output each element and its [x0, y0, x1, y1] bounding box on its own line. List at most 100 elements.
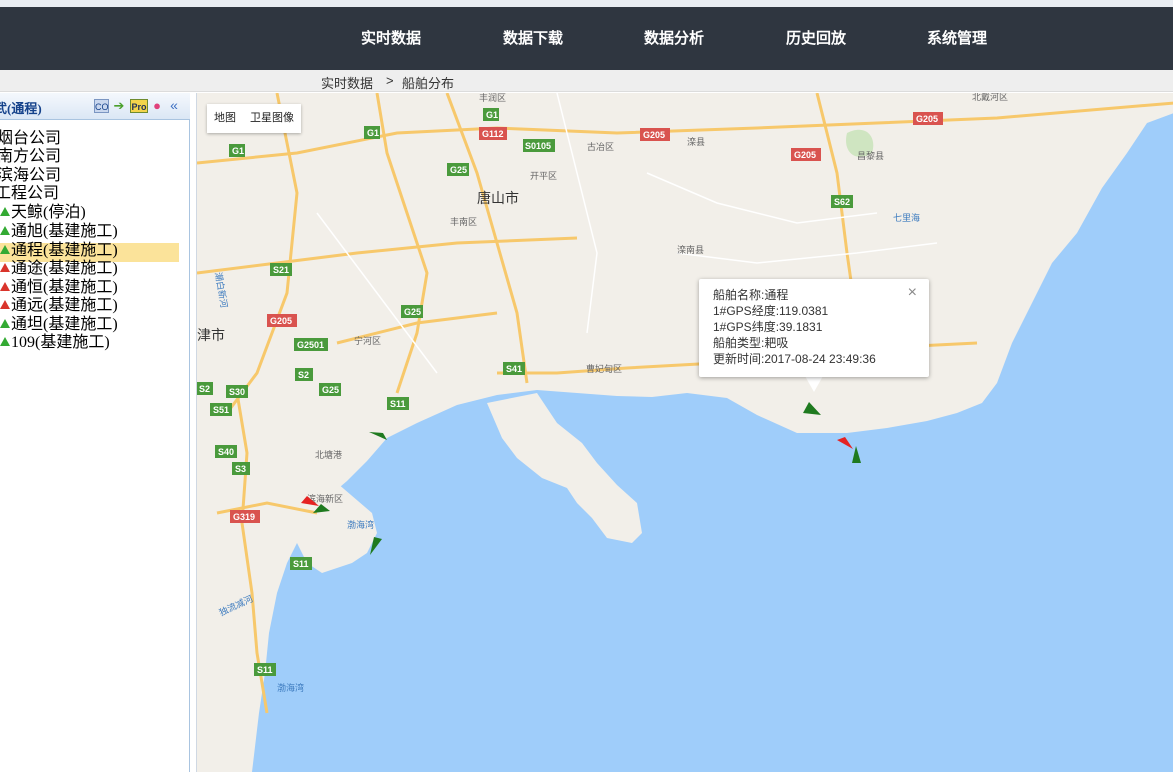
map-type-satellite-button[interactable]: 卫星图像 [243, 104, 301, 133]
arrow-icon[interactable]: ➔ [111, 99, 127, 113]
top-navbar: 实时数据 数据下载 数据分析 历史回放 系统管理 [0, 7, 1173, 70]
svg-text:G1: G1 [232, 146, 244, 156]
map-type-control: 地图 卫星图像 [207, 104, 301, 133]
svg-text:G25: G25 [322, 385, 339, 395]
city-label: 唐山市 [477, 190, 519, 207]
sea-label: 渤海湾 [277, 682, 304, 694]
svg-text:S0105: S0105 [525, 141, 551, 151]
svg-text:S2: S2 [298, 370, 309, 380]
lake-label: 七里海 [893, 212, 920, 224]
svg-text:S11: S11 [293, 559, 309, 569]
tree-ship[interactable]: 通远(基建施工) [0, 296, 118, 315]
breadcrumb-separator: > [386, 73, 394, 88]
district-label: 北塘港 [315, 449, 342, 461]
svg-text:G1: G1 [486, 110, 498, 120]
ship-info-popup: 船舶名称:通程 1#GPS经度:119.0381 1#GPS纬度:39.1831… [699, 279, 929, 377]
close-icon[interactable]: × [908, 285, 917, 301]
svg-text:S41: S41 [506, 364, 522, 374]
svg-text:G112: G112 [482, 129, 504, 139]
ship-status-icon [0, 337, 10, 346]
popup-ship-type: 船舶类型:耙吸 [713, 336, 789, 350]
window-top-strip [0, 0, 1173, 7]
tree-ship[interactable]: 109(基建施工) [0, 333, 110, 352]
tree-company[interactable]: 滨海公司 [0, 166, 61, 185]
nav-system-management[interactable]: 系统管理 [927, 7, 987, 70]
tree-company[interactable]: 南方公司 [0, 147, 61, 166]
svg-text:S21: S21 [273, 265, 289, 275]
map-type-map-button[interactable]: 地图 [207, 104, 243, 133]
district-label: 丰南区 [450, 216, 477, 228]
tree-ship[interactable]: 天鲸(停泊) [0, 203, 86, 222]
ship-label: 通远(基建施工) [11, 297, 118, 314]
ship-label: 通坦(基建施工) [11, 316, 118, 333]
ship-label: 通旭(基建施工) [11, 223, 118, 240]
popup-update-time: 更新时间:2017-08-24 23:49:36 [713, 352, 876, 366]
svg-text:S62: S62 [834, 197, 850, 207]
popup-latitude: 1#GPS纬度:39.1831 [713, 320, 823, 334]
svg-text:G25: G25 [404, 307, 421, 317]
svg-text:S40: S40 [218, 447, 234, 457]
tree-company[interactable]: 烟台公司 [0, 129, 61, 148]
tree-ship[interactable]: 通坦(基建施工) [0, 315, 118, 334]
tree-ship-selected[interactable]: 通程(基建施工) [0, 241, 118, 260]
svg-text:G1: G1 [367, 128, 379, 138]
svg-text:G205: G205 [270, 316, 292, 326]
panel-title: 武(通程) [0, 101, 42, 116]
svg-text:S11: S11 [257, 665, 273, 675]
map-view[interactable]: 唐山市 津市 丰润区 古冶区 滦县 昌黎县 开平区 丰南区 滦南县 宁河区 曹妃… [196, 93, 1173, 772]
sea-label: 渤海湾 [347, 519, 374, 531]
district-label: 滦南县 [677, 244, 704, 256]
popup-longitude: 1#GPS经度:119.0381 [713, 304, 829, 318]
ship-label: 天鲸(停泊) [11, 204, 86, 221]
svg-text:S3: S3 [235, 464, 246, 474]
district-label: 宁河区 [354, 335, 381, 347]
district-label: 昌黎县 [857, 150, 884, 162]
tree-ship[interactable]: 通旭(基建施工) [0, 222, 118, 241]
ship-tree-panel: 武(通程) CO ➔ Pro ● « 烟台公司 南方公司 滨海公司 工程公司 天… [0, 93, 190, 772]
district-label: 北戴河区 [972, 93, 1008, 103]
ship-status-icon [0, 245, 10, 254]
city-label: 津市 [197, 327, 225, 344]
co-icon[interactable]: CO [94, 99, 109, 113]
district-label: 曹妃甸区 [586, 363, 622, 375]
ship-label: 通途(基建施工) [11, 260, 118, 277]
pro-icon[interactable]: Pro [130, 99, 148, 113]
district-label: 开平区 [530, 171, 557, 182]
nav-realtime-data[interactable]: 实时数据 [361, 7, 421, 70]
svg-text:G25: G25 [450, 165, 467, 175]
ship-status-icon [0, 319, 10, 328]
svg-text:G2501: G2501 [297, 340, 324, 350]
popup-tail [805, 376, 823, 392]
svg-text:S2: S2 [199, 384, 210, 394]
district-label: 丰润区 [479, 93, 506, 104]
map-canvas[interactable]: 唐山市 津市 丰润区 古冶区 滦县 昌黎县 开平区 丰南区 滦南县 宁河区 曹妃… [197, 93, 1173, 772]
svg-text:G319: G319 [233, 512, 255, 522]
tree-ship[interactable]: 通途(基建施工) [0, 259, 118, 278]
district-label: 古冶区 [587, 141, 614, 153]
ship-status-icon [0, 263, 10, 272]
breadcrumb-link[interactable]: 实时数据 [321, 73, 373, 92]
nav-data-analysis[interactable]: 数据分析 [644, 7, 704, 70]
map-pin-icon[interactable]: ● [151, 99, 163, 113]
svg-text:S30: S30 [229, 387, 245, 397]
panel-header: 武(通程) CO ➔ Pro ● « [0, 93, 190, 120]
ship-label: 109(基建施工) [11, 334, 110, 351]
ship-label: 通恒(基建施工) [11, 279, 118, 296]
nav-history-playback[interactable]: 历史回放 [786, 7, 846, 70]
svg-text:S11: S11 [390, 399, 406, 409]
svg-text:G205: G205 [916, 114, 938, 124]
district-label: 滦县 [687, 136, 705, 148]
ship-status-icon [0, 282, 10, 291]
nav-data-download[interactable]: 数据下载 [503, 7, 563, 70]
ship-status-icon [0, 300, 10, 309]
tree-company[interactable]: 工程公司 [0, 184, 59, 203]
collapse-icon[interactable]: « [167, 98, 181, 113]
breadcrumb: 实时数据 > 船舶分布 [0, 70, 1173, 92]
breadcrumb-current: 船舶分布 [402, 76, 455, 91]
ship-status-icon [0, 207, 10, 216]
ship-status-icon [0, 226, 10, 235]
ship-label: 通程(基建施工) [11, 242, 118, 259]
tree-ship[interactable]: 通恒(基建施工) [0, 278, 118, 297]
svg-text:G205: G205 [794, 150, 816, 160]
popup-ship-name: 船舶名称:通程 [713, 288, 789, 302]
